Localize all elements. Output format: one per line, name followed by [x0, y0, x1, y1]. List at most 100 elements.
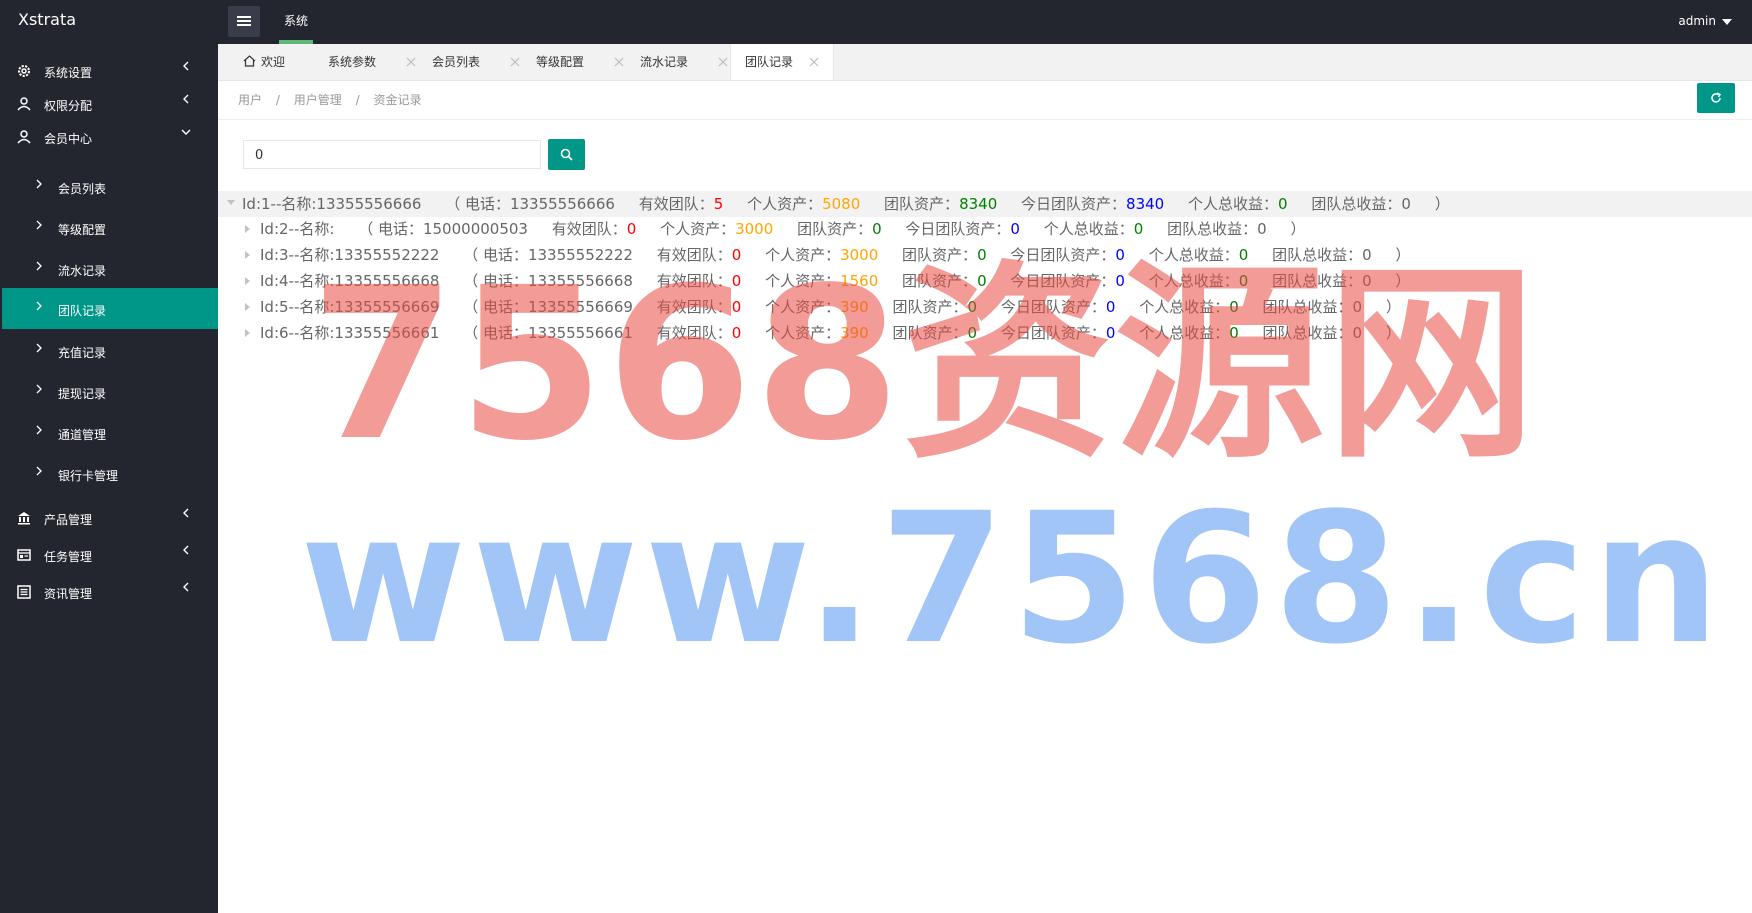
tab-label: 流水记录 — [640, 55, 689, 69]
sidebar-item-label: 权限分配 — [44, 99, 93, 113]
watermark-url: www.7568.cn — [300, 475, 1726, 684]
app-logo: Xstrata — [18, 10, 77, 29]
user-icon — [17, 97, 31, 111]
chevron-left-icon — [183, 582, 189, 592]
sidebar-item-permissions[interactable]: 权限分配 — [0, 86, 218, 122]
breadcrumb: 用户 / 用户管理 / 资金记录 — [238, 91, 421, 108]
tree-node-label: Id:1--名称:13355556666 （ 电话：13355556666 有效… — [242, 195, 1450, 213]
sidebar-subitem-label: 通道管理 — [58, 428, 107, 442]
sidebar-item-label: 系统设置 — [44, 66, 93, 80]
sidebar-item-task-management[interactable]: 任务管理 — [0, 537, 218, 573]
expand-triangle-icon[interactable] — [227, 200, 235, 205]
breadcrumb-item[interactable]: 用户管理 — [294, 93, 342, 107]
sidebar-subitem-label: 银行卡管理 — [58, 469, 119, 483]
sidebar-item-label: 产品管理 — [44, 513, 93, 527]
chevron-right-icon — [36, 179, 42, 189]
sidebar-subitem-label: 充值记录 — [58, 346, 107, 360]
sidebar-subitem-flow-records[interactable]: 流水记录 — [0, 248, 218, 289]
tree-node-root[interactable]: Id:1--名称:13355556666 （ 电话：13355556666 有效… — [218, 191, 1752, 217]
sidebar-subitem-label: 提现记录 — [58, 387, 107, 401]
search-icon — [560, 148, 573, 161]
chevron-left-icon — [183, 508, 189, 518]
top-header: Xstrata 系统 admin — [0, 0, 1752, 44]
menu-toggle-button[interactable] — [228, 6, 260, 37]
user-icon — [17, 130, 31, 144]
tab-label: 系统参数 — [328, 55, 377, 69]
breadcrumb-item[interactable]: 用户 — [238, 93, 262, 107]
chevron-left-icon — [183, 61, 189, 71]
close-icon[interactable] — [718, 57, 728, 67]
caret-down-icon — [1722, 18, 1732, 25]
tab-level-config[interactable]: 等级配置 — [536, 44, 626, 80]
tab-system-params[interactable]: 系统参数 — [328, 44, 418, 80]
close-icon[interactable] — [614, 57, 624, 67]
tab-label: 欢迎 — [261, 55, 286, 69]
divider — [218, 119, 1752, 120]
search-button[interactable] — [548, 139, 585, 170]
chevron-left-icon — [183, 94, 189, 104]
collapse-triangle-icon[interactable] — [245, 277, 250, 285]
collapse-triangle-icon[interactable] — [245, 303, 250, 311]
bank-icon — [18, 512, 30, 525]
username: admin — [1678, 14, 1716, 28]
sidebar-subitem-team-records[interactable]: 团队记录 — [2, 288, 218, 329]
chevron-down-icon — [181, 129, 191, 135]
refresh-button[interactable] — [1697, 83, 1735, 113]
sidebar-item-label: 任务管理 — [44, 550, 93, 564]
sidebar-subitem-member-list[interactable]: 会员列表 — [0, 166, 218, 207]
sidebar-item-system-settings[interactable]: 系统设置 — [0, 53, 218, 89]
breadcrumb-item: 资金记录 — [373, 93, 422, 107]
top-nav-system[interactable]: 系统 — [279, 0, 313, 44]
sidebar-item-member-center[interactable]: 会员中心 — [0, 119, 218, 155]
sidebar-subitem-recharge-records[interactable]: 充值记录 — [0, 330, 218, 371]
sidebar-item-label: 资讯管理 — [44, 587, 93, 601]
home-icon — [243, 55, 256, 67]
sidebar-subitem-label: 团队记录 — [58, 304, 107, 318]
tab-member-list[interactable]: 会员列表 — [432, 44, 522, 80]
list-icon — [17, 585, 31, 599]
sidebar-item-label: 会员中心 — [44, 132, 93, 146]
sidebar-item-news-management[interactable]: 资讯管理 — [0, 574, 218, 610]
sidebar-subitem-label: 会员列表 — [58, 182, 107, 196]
collapse-triangle-icon[interactable] — [245, 225, 250, 233]
chevron-left-icon — [183, 545, 189, 555]
tab-label: 等级配置 — [536, 55, 585, 69]
sidebar-subitem-channel-management[interactable]: 通道管理 — [0, 412, 218, 453]
refresh-icon — [1711, 92, 1722, 103]
tab-team-records[interactable]: 团队记录 — [730, 44, 834, 80]
chevron-right-icon — [36, 425, 42, 435]
page-tabs: 欢迎 系统参数 会员列表 等级配置 流水记录 团队记录 — [218, 44, 1752, 81]
gear-icon — [18, 65, 30, 77]
chevron-right-icon — [36, 466, 42, 476]
sidebar-subitem-level-config[interactable]: 等级配置 — [0, 207, 218, 248]
sidebar: 系统设置 权限分配 会员中心 会员列表 等级配置 流水记录 团队记录 充值记录 … — [0, 44, 218, 913]
close-icon[interactable] — [809, 57, 819, 67]
tab-welcome[interactable]: 欢迎 — [243, 44, 303, 80]
sidebar-subitem-label: 流水记录 — [58, 264, 107, 278]
breadcrumb-separator: / — [275, 93, 280, 107]
tab-flow-records[interactable]: 流水记录 — [640, 44, 730, 80]
sidebar-item-product-management[interactable]: 产品管理 — [0, 500, 218, 536]
chevron-right-icon — [36, 343, 42, 353]
tab-label: 会员列表 — [432, 55, 481, 69]
breadcrumb-separator: / — [355, 93, 360, 107]
sidebar-subitem-withdraw-records[interactable]: 提现记录 — [0, 371, 218, 412]
top-nav-label: 系统 — [283, 14, 308, 28]
chevron-right-icon — [36, 384, 42, 394]
user-menu[interactable]: admin — [1678, 0, 1732, 42]
tab-label: 团队记录 — [745, 55, 794, 69]
sidebar-subitem-bankcard-management[interactable]: 银行卡管理 — [0, 453, 218, 494]
search-input[interactable]: 0 — [243, 140, 541, 169]
chevron-right-icon — [36, 301, 42, 311]
collapse-triangle-icon[interactable] — [245, 251, 250, 259]
watermark-text: 7568资源网 — [310, 242, 1539, 487]
close-icon[interactable] — [510, 57, 520, 67]
close-icon[interactable] — [406, 57, 416, 67]
menu-icon — [237, 16, 251, 27]
sidebar-subitem-label: 等级配置 — [58, 223, 107, 237]
collapse-triangle-icon[interactable] — [245, 329, 250, 337]
tree-node[interactable]: Id:2--名称: （ 电话：15000000503 有效团队：0 个人资产：3… — [218, 216, 1752, 242]
chevron-right-icon — [36, 261, 42, 271]
chevron-right-icon — [36, 220, 42, 230]
tree-node-label: Id:2--名称: （ 电话：15000000503 有效团队：0 个人资产：3… — [260, 220, 1306, 238]
